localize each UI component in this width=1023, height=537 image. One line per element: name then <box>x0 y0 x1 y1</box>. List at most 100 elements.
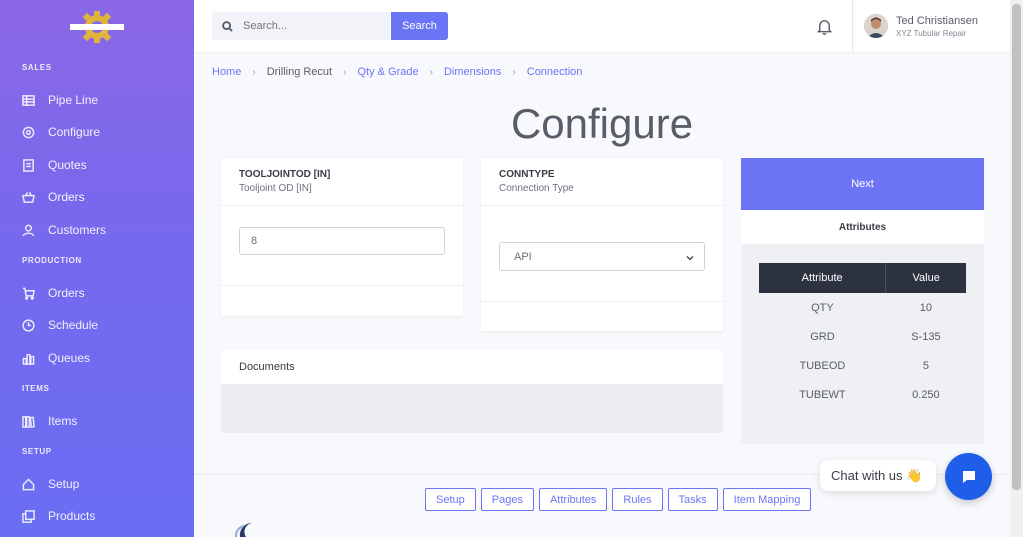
tooljoint-title: TOOLJOINTOD [IN] <box>239 169 331 180</box>
connection-type-value: API <box>514 251 532 263</box>
sidebar-item-setup[interactable]: Setup <box>22 477 79 491</box>
sidebar-item-label: Customers <box>48 223 107 237</box>
scrollbar[interactable] <box>1010 0 1023 537</box>
sidebar-item-label: Queues <box>48 351 91 365</box>
footer-button-bar: Setup Pages Attributes Rules Tasks Item … <box>425 488 816 511</box>
search-input[interactable] <box>243 20 383 32</box>
card-header: CONNTYPE Connection Type <box>481 158 723 206</box>
table-header-row: Attribute Value <box>759 263 966 293</box>
attributes-heading: Attributes <box>741 210 984 244</box>
cart-icon <box>22 287 35 300</box>
conntype-subtitle: Connection Type <box>499 183 574 194</box>
attribute-cell: TUBEWT <box>799 388 846 401</box>
sidebar-item-label: Orders <box>48 286 85 300</box>
sidebar-item-queues[interactable]: Queues <box>22 351 90 365</box>
attributes-table: Attribute Value QTY 10 GRD S-135 TUBEOD … <box>759 263 966 409</box>
copy-icon <box>22 509 35 523</box>
topbar: Search Ted Christiansen XYZ Tubular Repa… <box>194 0 1010 52</box>
library-icon <box>22 415 35 428</box>
sidebar-item-label: Configure <box>48 125 101 139</box>
value-cell: 10 <box>919 301 933 314</box>
user-name: Ted Christiansen <box>896 14 978 27</box>
table-row: GRD S-135 <box>759 322 966 351</box>
next-button[interactable]: Next <box>741 158 984 210</box>
sidebar-item-label: Setup <box>48 477 80 491</box>
footer-logo <box>234 522 252 537</box>
sidebar-item-label: Orders <box>48 190 85 204</box>
card-divider <box>481 301 723 302</box>
footer-setup-button[interactable]: Setup <box>425 488 476 511</box>
clock-icon <box>22 318 35 332</box>
page-title: Configure <box>510 100 694 147</box>
sidebar-item-pipe-line[interactable]: Pipe Line <box>22 93 98 107</box>
breadcrumb-qty-grade[interactable]: Qty & Grade <box>357 66 418 78</box>
chat-launcher-button[interactable] <box>945 453 992 500</box>
attribute-cell: GRD <box>810 330 835 343</box>
footer-pages-button[interactable]: Pages <box>480 488 534 511</box>
sidebar-item-quotes[interactable]: Quotes <box>22 158 87 172</box>
user-company: XYZ Tubular Repair <box>896 28 967 38</box>
connection-type-select[interactable]: API <box>499 242 705 271</box>
sidebar-item-label: Quotes <box>48 158 87 172</box>
bell-icon[interactable] <box>816 18 833 35</box>
chevron-right-icon: › <box>343 66 347 78</box>
tooljoint-card: TOOLJOINTOD [IN] Tooljoint OD [IN] <box>221 158 463 316</box>
sidebar-item-schedule[interactable]: Schedule <box>22 318 98 332</box>
value-cell: 5 <box>922 359 929 372</box>
sidebar-item-label: Products <box>48 509 96 523</box>
footer-attributes-button[interactable]: Attributes <box>538 488 608 511</box>
table-row: TUBEWT 0.250 <box>759 380 966 409</box>
sidebar-item-products[interactable]: Products <box>22 509 95 523</box>
footer-tasks-button[interactable]: Tasks <box>667 488 718 511</box>
attribute-cell: QTY <box>811 301 834 314</box>
basket-icon <box>22 191 35 203</box>
section-items: ITEMS <box>22 384 50 393</box>
sidebar-item-configure[interactable]: Configure <box>22 125 100 139</box>
column-header-attribute: Attribute <box>759 263 887 293</box>
section-sales: SALES <box>22 63 52 72</box>
table-row: TUBEOD 5 <box>759 351 966 380</box>
avatar <box>864 14 888 38</box>
logo-gear-icon[interactable] <box>70 10 124 44</box>
conntype-card: CONNTYPE Connection Type API <box>481 158 723 331</box>
search-button[interactable]: Search <box>391 12 448 40</box>
chat-bubble-icon <box>962 470 975 483</box>
gear-icon <box>22 126 35 138</box>
sidebar-item-orders-production[interactable]: Orders <box>22 286 85 300</box>
user-menu[interactable]: Ted Christiansen XYZ Tubular Repair <box>864 14 978 38</box>
footer-rules-button[interactable]: Rules <box>612 488 663 511</box>
sidebar-item-items[interactable]: Items <box>22 414 77 428</box>
footer-item-mapping-button[interactable]: Item Mapping <box>722 488 812 511</box>
chevron-right-icon: › <box>252 66 256 78</box>
chat-prompt[interactable]: Chat with us 👋 <box>820 460 936 491</box>
attribute-cell: TUBEOD <box>799 359 846 372</box>
tooljoint-od-input[interactable] <box>239 227 445 255</box>
sidebar: SALES Pipe Line Configure Quotes Orders … <box>0 0 194 537</box>
breadcrumb-drilling-recut[interactable]: Drilling Recut <box>267 66 332 78</box>
table-row: QTY 10 <box>759 293 966 322</box>
documents-heading: Documents <box>221 350 723 384</box>
chevron-right-icon: › <box>429 66 433 78</box>
breadcrumb-home[interactable]: Home <box>212 66 241 78</box>
chevron-down-icon <box>686 256 694 261</box>
value-cell: S-135 <box>911 330 941 343</box>
chevron-right-icon: › <box>512 66 516 78</box>
breadcrumb: Home › Drilling Recut › Qty & Grade › Di… <box>212 66 582 78</box>
sidebar-item-label: Pipe Line <box>48 93 99 107</box>
attributes-panel: Attribute Value QTY 10 GRD S-135 TUBEOD … <box>741 244 984 444</box>
breadcrumb-dimensions[interactable]: Dimensions <box>444 66 501 78</box>
conntype-title: CONNTYPE <box>499 169 555 180</box>
document-icon <box>23 158 34 172</box>
topbar-divider <box>852 0 853 52</box>
search-box <box>212 12 390 40</box>
section-setup: SETUP <box>22 447 52 456</box>
sidebar-item-customers[interactable]: Customers <box>22 223 106 237</box>
card-divider <box>221 285 463 286</box>
scrollbar-thumb[interactable] <box>1012 4 1021 490</box>
table-icon <box>22 94 35 106</box>
value-cell: 0.250 <box>912 388 940 401</box>
breadcrumb-connection[interactable]: Connection <box>527 66 583 78</box>
sidebar-item-label: Items <box>48 414 78 428</box>
sidebar-item-orders-sales[interactable]: Orders <box>22 190 85 204</box>
tooljoint-subtitle: Tooljoint OD [IN] <box>239 183 312 194</box>
